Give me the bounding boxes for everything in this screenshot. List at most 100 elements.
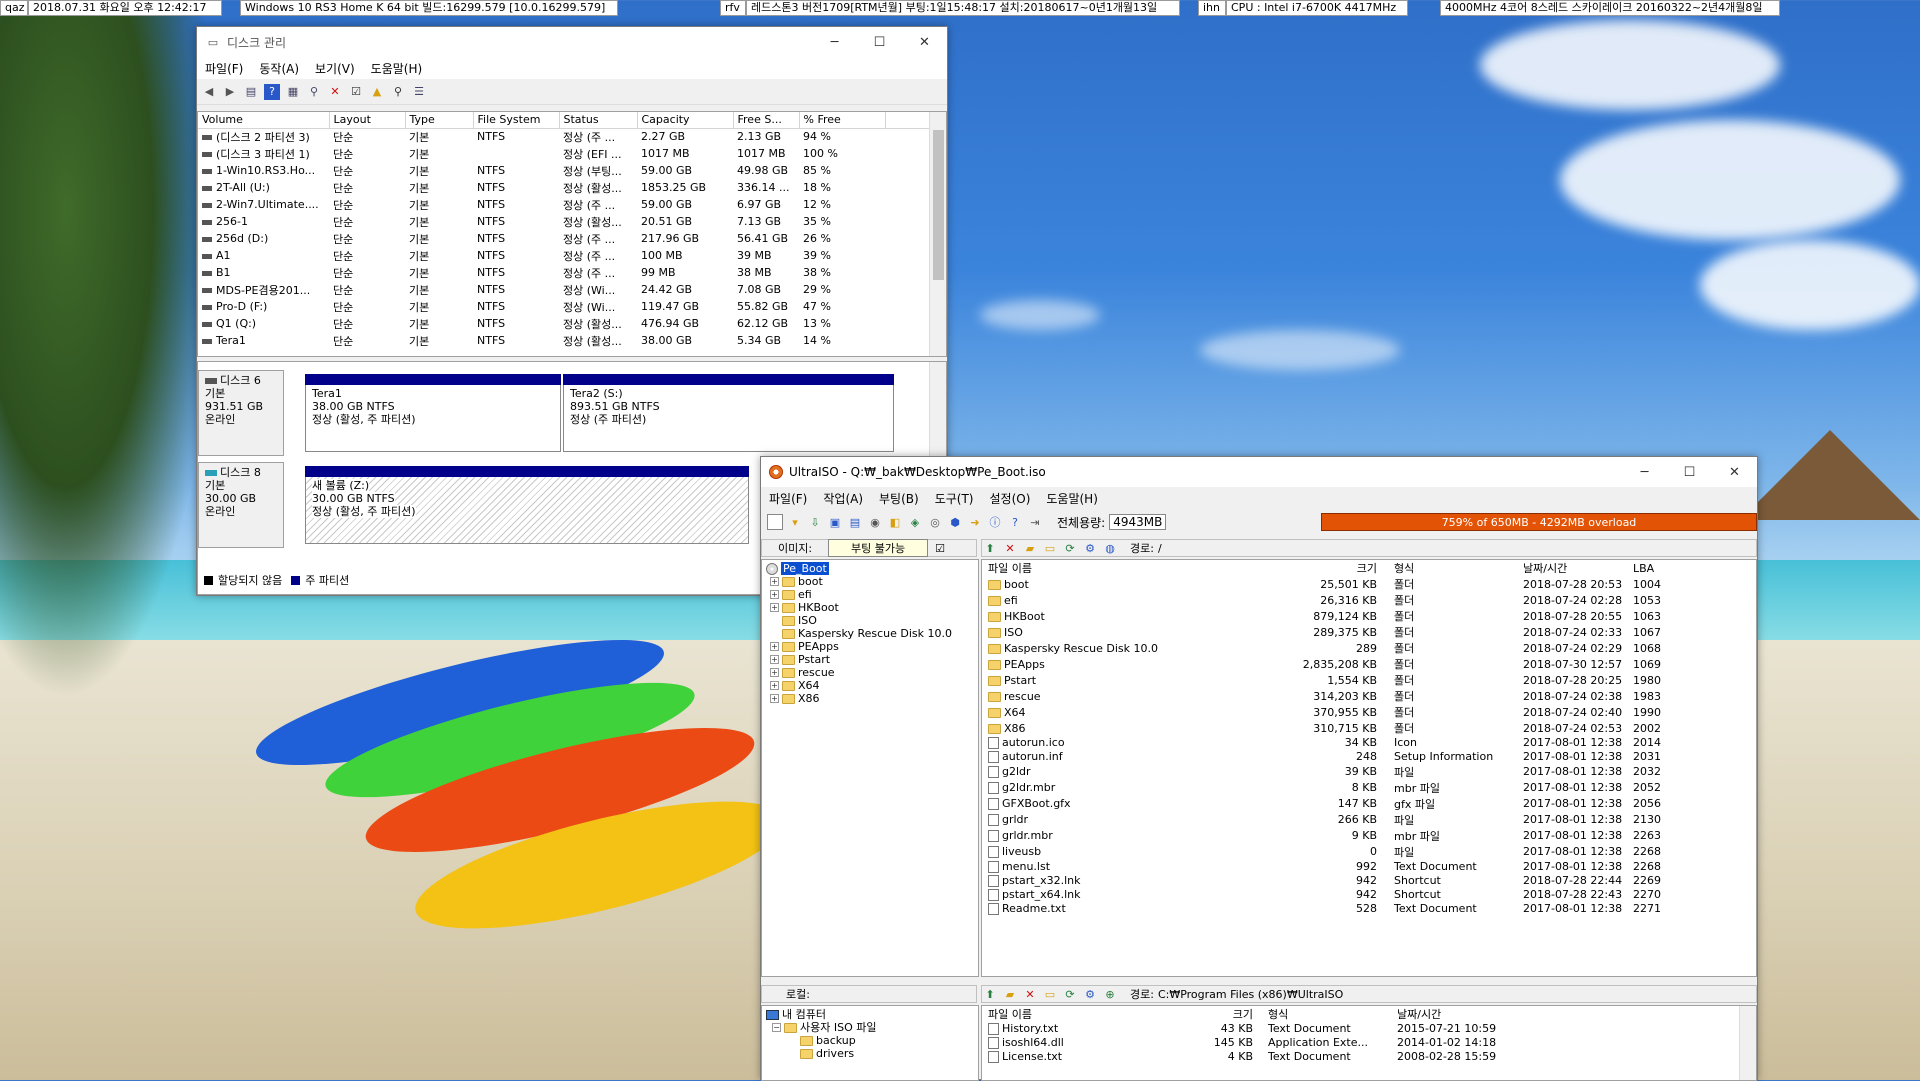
tree-item[interactable]: + PEApps (766, 640, 974, 653)
menu-tools[interactable]: 도구(T) (927, 490, 982, 507)
local-list-scrollbar[interactable] (1739, 1006, 1756, 1080)
local-file-row[interactable]: History.txt 43 KB Text Document 2015-07-21 … (982, 1022, 1756, 1036)
file-row[interactable]: menu.lst 992 Text Document 2017-08-01 12:38… (982, 860, 1756, 874)
local-file-row[interactable]: License.txt 4 KB Text Document 2008-02-28 1… (982, 1050, 1756, 1064)
properties-icon[interactable]: ☑ (932, 540, 948, 556)
close-button[interactable]: ✕ (1712, 457, 1757, 487)
virtual-drive-icon[interactable]: ◎ (927, 514, 943, 530)
local-file-row[interactable]: isoshl64.dll 145 KB Application Exte... 201… (982, 1036, 1756, 1050)
column-header[interactable]: 날짜/시간 (1520, 560, 1630, 576)
local-path-value[interactable]: C:₩Program Files (x86)₩UltraISO (1158, 988, 1343, 1001)
column-header[interactable]: 크기 (1282, 560, 1380, 576)
folder-up-icon[interactable]: ▲ (369, 84, 385, 100)
convert-icon[interactable]: ⬢ (947, 514, 963, 530)
volume-row[interactable]: 2-Win7.Ultimate.... 단순 기본 NTFS 정상 (주 ... 59.0… (198, 196, 946, 213)
refresh-icon[interactable]: ⟳ (1062, 540, 1078, 556)
list-icon[interactable]: ☰ (411, 84, 427, 100)
volume-row[interactable]: Q1 (Q:) 단순 기본 NTFS 정상 (활성... 476.94 GB 62.12 G… (198, 315, 946, 332)
mount-icon[interactable]: ◧ (887, 514, 903, 530)
save-icon[interactable]: ▣ (827, 514, 843, 530)
tree-item[interactable]: + boot (766, 575, 974, 588)
volume-row[interactable]: 2T-All (U:) 단순 기본 NTFS 정상 (활성... 1853.25 GB 33… (198, 179, 946, 196)
delete-icon[interactable]: ✕ (1002, 540, 1018, 556)
file-row[interactable]: pstart_x32.lnk 942 Shortcut 2018-07-28 22:4… (982, 874, 1756, 888)
open-icon[interactable]: ▾ (787, 514, 803, 530)
file-row[interactable]: g2ldr.mbr 8 KB mbr 파일 2017-08-01 12:38 2052 (982, 780, 1756, 796)
tree-item[interactable]: + rescue (766, 666, 974, 679)
tree-item[interactable]: + Pstart (766, 653, 974, 666)
file-row[interactable]: boot 25,501 KB 폴더 2018-07-28 20:53 1004 (982, 576, 1756, 592)
expand-icon[interactable]: + (770, 590, 779, 599)
delete-icon[interactable]: ✕ (1022, 986, 1038, 1002)
volume-row[interactable]: 256d (D:) 단순 기본 NTFS 정상 (주 ... 217.96 GB 56.41… (198, 230, 946, 247)
maximize-button[interactable]: ☐ (1667, 457, 1712, 487)
column-header[interactable]: Capacity (637, 112, 734, 129)
file-row[interactable]: Kaspersky Rescue Disk 10.0 289 폴더 2018-07-2… (982, 640, 1756, 656)
file-row[interactable]: autorun.inf 248 Setup Information 2017-08-0… (982, 750, 1756, 764)
expand-icon[interactable]: + (770, 681, 779, 690)
volume-row[interactable]: 256-1 단순 기본 NTFS 정상 (활성... 20.51 GB 7.13 GB 35 … (198, 213, 946, 230)
forward-arrow-icon[interactable]: ▶ (222, 84, 238, 100)
settings-icon[interactable]: ⚙ (1082, 986, 1098, 1002)
disk-6-info[interactable]: 디스크 6 기본 931.51 GB 온라인 (198, 370, 284, 456)
exit-icon[interactable]: ⇥ (1027, 514, 1043, 530)
help-icon[interactable]: ? (1007, 514, 1023, 530)
menu-options[interactable]: 설정(O) (981, 490, 1038, 507)
title-bar[interactable]: ▭ 디스크 관리 ─ ☐ ✕ (197, 27, 947, 57)
volume-row[interactable]: 1-Win10.RS3.Ho... 단순 기본 NTFS 정상 (부팅... 59.00 … (198, 162, 946, 179)
check-icon[interactable]: ☑ (348, 84, 364, 100)
disk-8-info[interactable]: 디스크 8 기본 30.00 GB 온라인 (198, 462, 284, 548)
delete-icon[interactable]: ✕ (327, 84, 343, 100)
save-as-icon[interactable]: ▤ (847, 514, 863, 530)
file-row[interactable]: X86 310,715 KB 폴더 2018-07-24 02:53 2002 (982, 720, 1756, 736)
file-row[interactable]: rescue 314,203 KB 폴더 2018-07-24 02:38 1983 (982, 688, 1756, 704)
properties-icon[interactable]: ▦ (285, 84, 301, 100)
partition-z[interactable]: 새 볼륨 (Z:) 30.00 GB NTFS 정상 (활성, 주 파티션) (305, 466, 749, 544)
collapse-icon[interactable]: − (772, 1023, 781, 1032)
expand-icon[interactable]: + (770, 603, 779, 612)
search-icon[interactable]: ⚲ (390, 84, 406, 100)
refresh-icon[interactable]: ⟳ (1062, 986, 1078, 1002)
tree-item[interactable]: Kaspersky Rescue Disk 10.0 (766, 627, 974, 640)
column-header[interactable]: 크기 (1202, 1006, 1256, 1022)
close-button[interactable]: ✕ (902, 27, 947, 57)
column-header[interactable]: 날짜/시간 (1394, 1006, 1756, 1022)
tree-item[interactable]: − 사용자 ISO 파일 (766, 1021, 974, 1034)
tree-item[interactable]: drivers (766, 1047, 974, 1060)
up-arrow-icon[interactable]: ⬆ (982, 986, 998, 1002)
file-row[interactable]: g2ldr 39 KB 파일 2017-08-01 12:38 2032 (982, 764, 1756, 780)
tree-item[interactable]: + HKBoot (766, 601, 974, 614)
file-row[interactable]: Pstart 1,554 KB 폴더 2018-07-28 20:25 1980 (982, 672, 1756, 688)
new-folder-icon[interactable]: ▰ (1002, 986, 1018, 1002)
menu-help[interactable]: 도움말(H) (1038, 490, 1106, 507)
volume-row[interactable]: MDS-PE겸용201... 단순 기본 NTFS 정상 (Wi... 24.42 GB 7… (198, 281, 946, 298)
tree-item[interactable]: + X86 (766, 692, 974, 705)
info-icon[interactable]: ⓘ (987, 514, 1003, 530)
expand-icon[interactable]: + (770, 694, 779, 703)
help-icon[interactable]: ? (264, 83, 280, 100)
column-header[interactable]: Free S... (733, 112, 800, 129)
burn-icon[interactable]: ◉ (867, 514, 883, 530)
tree-item[interactable]: ISO (766, 614, 974, 627)
disk-icon[interactable]: ◍ (1102, 540, 1118, 556)
menu-file[interactable]: 파일(F) (761, 490, 815, 507)
column-header[interactable]: 형식 (1380, 560, 1520, 576)
column-header[interactable]: Type (405, 112, 474, 129)
column-header[interactable]: Volume (198, 112, 330, 129)
expand-icon[interactable]: + (770, 655, 779, 664)
partition-tera2[interactable]: Tera2 (S:) 893.51 GB NTFS 정상 (주 파티션) (563, 374, 894, 452)
scrollbar-thumb[interactable] (933, 130, 944, 280)
menu-view[interactable]: 보기(V) (307, 60, 363, 77)
tree-item[interactable]: + efi (766, 588, 974, 601)
expand-icon[interactable]: + (770, 668, 779, 677)
volume-row[interactable]: B1 단순 기본 NTFS 정상 (주 ... 99 MB 38 MB 38 % (198, 264, 946, 281)
column-header[interactable]: File System (473, 112, 560, 129)
menu-action[interactable]: 동작(A) (251, 60, 307, 77)
connect-icon[interactable]: ⚲ (306, 84, 322, 100)
menu-action[interactable]: 작업(A) (815, 490, 871, 507)
menu-file[interactable]: 파일(F) (197, 60, 251, 77)
new-icon[interactable] (767, 514, 783, 530)
file-row[interactable]: HKBoot 879,124 KB 폴더 2018-07-28 20:55 1063 (982, 608, 1756, 624)
menu-boot[interactable]: 부팅(B) (871, 490, 927, 507)
column-header[interactable]: 파일 이름 (982, 1006, 1202, 1022)
